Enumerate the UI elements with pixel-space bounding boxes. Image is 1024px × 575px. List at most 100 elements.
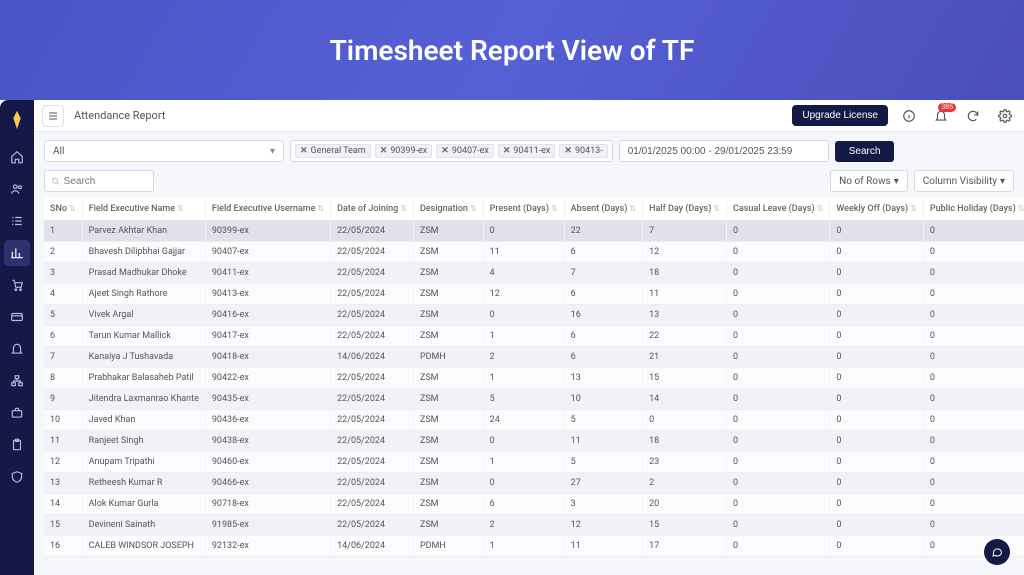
table-cell: 14 (643, 389, 727, 410)
table-cell: ZSM (413, 368, 483, 389)
column-header[interactable]: Designation⇅ (413, 198, 483, 221)
search-button[interactable]: Search (835, 141, 895, 162)
table-cell: Ranjeet Singh (82, 431, 205, 452)
table-row[interactable]: 13Retheesh Kumar R90466-ex22/05/2024ZSM0… (44, 473, 1024, 494)
table-row[interactable]: 8Prabhakar Balasaheb Patil90422-ex22/05/… (44, 368, 1024, 389)
column-header[interactable]: Date of Joining⇅ (331, 198, 414, 221)
table-cell: 5 (564, 410, 642, 431)
table-cell: 0 (830, 368, 924, 389)
table-cell: 0 (830, 221, 924, 242)
filter-chip[interactable]: ✕90407-ex (436, 144, 494, 158)
table-toolbar: No of Rows▾ Column Visibility▾ (34, 170, 1024, 198)
table-cell: 0 (483, 221, 564, 242)
table-row[interactable]: 9Jitendra Laxmanrao Khante90435-ex22/05/… (44, 389, 1024, 410)
column-header[interactable]: Casual Leave (Days)⇅ (726, 198, 829, 221)
table-search-input[interactable] (64, 176, 147, 187)
column-header[interactable]: Half Day (Days)⇅ (643, 198, 727, 221)
table-cell: 7 (564, 263, 642, 284)
table-row[interactable]: 7Kanaiya J Tushavada90418-ex14/06/2024PD… (44, 347, 1024, 368)
table-cell: 90436-ex (205, 410, 330, 431)
nav-card-icon[interactable] (4, 304, 30, 330)
table-cell: 1 (483, 536, 564, 557)
nav-briefcase-icon[interactable] (4, 400, 30, 426)
table-row[interactable]: 11Ranjeet Singh90438-ex22/05/2024ZSM0111… (44, 431, 1024, 452)
table-row[interactable]: 4Ajeet Singh Rathore90413-ex22/05/2024ZS… (44, 284, 1024, 305)
sort-icon: ⇅ (1018, 204, 1024, 213)
nav-bell-icon[interactable] (4, 336, 30, 362)
table-cell: 0 (830, 326, 924, 347)
table-cell: 0 (726, 536, 829, 557)
table-row[interactable]: 16CALEB WINDSOR JOSEPH92132-ex14/06/2024… (44, 536, 1024, 557)
table-row[interactable]: 10Javed Khan90436-ex22/05/2024ZSM2450000… (44, 410, 1024, 431)
table-row[interactable]: 1Parvez Akhtar Khan90399-ex22/05/2024ZSM… (44, 221, 1024, 242)
column-header[interactable]: SNo⇅ (44, 198, 82, 221)
upgrade-license-button[interactable]: Upgrade License (792, 105, 888, 126)
column-header[interactable]: Present (Days)⇅ (483, 198, 564, 221)
sort-icon: ⇅ (817, 204, 824, 213)
table-cell: 6 (564, 242, 642, 263)
table-row[interactable]: 12Anupam Tripathi90460-ex22/05/2024ZSM15… (44, 452, 1024, 473)
table-cell: 11 (564, 431, 642, 452)
nav-tasks-icon[interactable] (4, 208, 30, 234)
table-row[interactable]: 3Prasad Madhukar Dhoke90411-ex22/05/2024… (44, 263, 1024, 284)
table-cell: 21 (643, 347, 727, 368)
filter-dropdown[interactable]: All ▾ (44, 140, 284, 162)
refresh-icon[interactable] (962, 105, 984, 127)
table-row[interactable]: 5Vivek Argal90416-ex22/05/2024ZSM0161300… (44, 305, 1024, 326)
table-cell: 16 (44, 536, 82, 557)
column-header[interactable]: Field Executive Username⇅ (205, 198, 330, 221)
notifications-icon[interactable]: 385 (930, 105, 952, 127)
filter-chip-box[interactable]: ✕General Team ✕90399-ex✕90407-ex ✕90411-ex… (290, 140, 613, 162)
settings-icon[interactable] (994, 105, 1016, 127)
chat-fab-button[interactable] (984, 539, 1010, 565)
column-visibility-dropdown[interactable]: Column Visibility▾ (914, 170, 1014, 192)
table-cell: 90466-ex (205, 473, 330, 494)
table-row[interactable]: 6Tarun Kumar Mallick90417-ex22/05/2024ZS… (44, 326, 1024, 347)
close-icon: ✕ (300, 146, 308, 156)
nav-reports-icon[interactable] (4, 240, 30, 266)
table-cell: 12 (44, 452, 82, 473)
filter-chip[interactable]: ✕90411-ex (498, 144, 556, 158)
table-cell: ZSM (413, 452, 483, 473)
nav-org-icon[interactable] (4, 368, 30, 394)
nav-home-icon[interactable] (4, 144, 30, 170)
table-scroll[interactable]: SNo⇅Field Executive Name⇅Field Executive… (34, 198, 1024, 575)
table-cell: Prabhakar Balasaheb Patil (82, 368, 205, 389)
table-cell: 0 (830, 431, 924, 452)
filter-chip[interactable]: ✕90399-ex (375, 144, 433, 158)
table-row[interactable]: 15Devineni Sainath91985-ex22/05/2024ZSM2… (44, 515, 1024, 536)
table-cell: 1 (44, 221, 82, 242)
table-cell: 11 (483, 242, 564, 263)
table-cell: 91985-ex (205, 515, 330, 536)
table-cell: 0 (830, 452, 924, 473)
column-header[interactable]: Absent (Days)⇅ (564, 198, 642, 221)
table-cell: 5 (483, 389, 564, 410)
nav-shield-icon[interactable] (4, 464, 30, 490)
nav-users-icon[interactable] (4, 176, 30, 202)
table-cell: ZSM (413, 473, 483, 494)
column-header[interactable]: Field Executive Name⇅ (82, 198, 205, 221)
table-cell: ZSM (413, 305, 483, 326)
table-cell: 0 (923, 284, 1024, 305)
search-icon (51, 176, 60, 186)
table-row[interactable]: 2Bhavesh Dilipbhai Gajjar90407-ex22/05/2… (44, 242, 1024, 263)
table-cell: 4 (483, 263, 564, 284)
table-row[interactable]: 14Alok Kumar Gurla90718-ex22/05/2024ZSM6… (44, 494, 1024, 515)
column-header[interactable]: Weekly Off (Days)⇅ (830, 198, 924, 221)
date-range-input[interactable] (619, 140, 829, 162)
menu-toggle-button[interactable] (42, 105, 64, 127)
table-cell: 0 (726, 431, 829, 452)
filter-chip[interactable]: ✕General Team (295, 144, 371, 158)
table-cell: 18 (643, 263, 727, 284)
column-header[interactable]: Public Holiday (Days)⇅ (923, 198, 1024, 221)
close-icon: ✕ (380, 146, 388, 156)
rows-dropdown[interactable]: No of Rows▾ (830, 170, 908, 192)
table-search[interactable] (44, 170, 154, 192)
info-icon[interactable] (898, 105, 920, 127)
nav-cart-icon[interactable] (4, 272, 30, 298)
nav-clipboard-icon[interactable] (4, 432, 30, 458)
table-cell: 10 (564, 389, 642, 410)
table-cell: Javed Khan (82, 410, 205, 431)
table-cell: Prasad Madhukar Dhoke (82, 263, 205, 284)
filter-chip[interactable]: ✕90413- (559, 144, 607, 158)
